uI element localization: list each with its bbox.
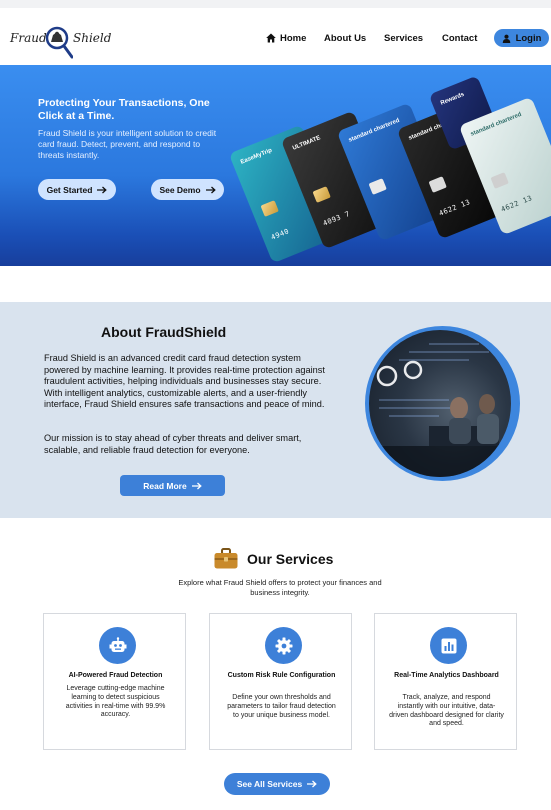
get-started-label: Get Started: [46, 184, 93, 195]
user-icon: [502, 34, 510, 43]
services-title: Our Services: [247, 550, 334, 567]
bar-chart-icon: [441, 638, 456, 653]
read-more-button[interactable]: Read More: [120, 475, 225, 496]
service-icon-badge: [265, 627, 302, 664]
about-section: About FraudShield Fraud Shield is an adv…: [0, 302, 551, 518]
nav-home[interactable]: Home: [266, 28, 306, 48]
card-chip: [490, 172, 509, 189]
service-icon-badge: [430, 627, 467, 664]
hero-title: Protecting Your Transactions, One Click …: [38, 97, 210, 123]
mission-paragraph: Our mission is to stay ahead of cyber th…: [44, 433, 302, 455]
login-button[interactable]: Login: [494, 29, 549, 47]
card-chip: [260, 200, 279, 217]
card-number: 4940: [269, 227, 291, 242]
service-title: AI-Powered Fraud Detection: [68, 672, 163, 679]
card-chip: [428, 176, 447, 193]
login-label: Login: [515, 32, 542, 44]
brand-logo[interactable]: Fraud Shield: [10, 25, 111, 59]
home-icon: [266, 33, 276, 43]
arrow-right-icon: [191, 482, 202, 489]
hero-subtitle: Fraud Shield is your intelligent solutio…: [38, 128, 217, 161]
card-brand: ULTIMATE: [291, 135, 322, 152]
credit-cards-image: EaseMyTrip 4940 ULTIMATE 4093 7 standard…: [228, 75, 551, 266]
top-strip: [0, 0, 551, 8]
card-number: 4622 13: [437, 197, 472, 218]
nav-about[interactable]: About Us: [324, 28, 366, 48]
cyber-scene-illustration: [369, 343, 511, 477]
arrow-right-icon: [97, 186, 108, 193]
card-number: 4622 13: [499, 193, 534, 214]
hero-section: Protecting Your Transactions, One Click …: [0, 65, 551, 266]
about-paragraph: Fraud Shield is an advanced credit card …: [44, 353, 325, 409]
services-subtitle: Explore what Fraud Shield offers to prot…: [178, 578, 382, 597]
card-chip: [312, 186, 331, 203]
arrow-right-icon: [307, 780, 317, 788]
service-description: Define your own thresholds and parameter…: [227, 694, 336, 719]
see-all-services-label: See All Services: [236, 779, 303, 789]
magnifier-icon: [45, 26, 73, 59]
read-more-label: Read More: [143, 480, 187, 491]
site-header: Fraud Shield Home About Us Services Cont…: [0, 8, 551, 65]
about-photo: [365, 326, 520, 481]
service-description: Leverage cutting-edge machine learning t…: [65, 685, 166, 719]
service-description: Track, analyze, and respond instantly wi…: [389, 694, 504, 728]
robot-icon: [109, 636, 126, 652]
card-brand: EaseMyTrip: [239, 147, 274, 166]
about-title: About FraudShield: [101, 324, 227, 340]
arrow-right-icon: [205, 186, 216, 193]
service-title: Custom Risk Rule Configuration: [227, 672, 336, 679]
briefcase-icon: [214, 548, 238, 569]
get-started-button[interactable]: Get Started: [38, 179, 116, 200]
card-brand: Rewards: [439, 91, 466, 107]
service-card[interactable]: Custom Risk Rule Configuration Define yo…: [209, 613, 352, 750]
service-title: Real-Time Analytics Dashboard: [394, 672, 499, 679]
card-chip: [368, 178, 387, 195]
nav-contact[interactable]: Contact: [442, 28, 477, 48]
service-icon-badge: [99, 627, 136, 664]
nav-home-label: Home: [280, 32, 307, 44]
gear-icon: [275, 637, 292, 654]
service-card[interactable]: Real-Time Analytics Dashboard Track, ana…: [374, 613, 517, 750]
services-heading: Our Services: [214, 548, 333, 569]
service-card[interactable]: AI-Powered Fraud Detection Leverage cutt…: [43, 613, 186, 750]
see-all-services-button[interactable]: See All Services: [224, 773, 330, 795]
cyber-team-image: [369, 330, 511, 477]
brand-name-part2: Shield: [73, 31, 112, 45]
card-number: 4093 7: [321, 209, 352, 228]
see-demo-label: See Demo: [159, 184, 201, 195]
brand-name-part1: Fraud: [10, 31, 47, 45]
nav-services[interactable]: Services: [384, 28, 423, 48]
see-demo-button[interactable]: See Demo: [151, 179, 224, 200]
